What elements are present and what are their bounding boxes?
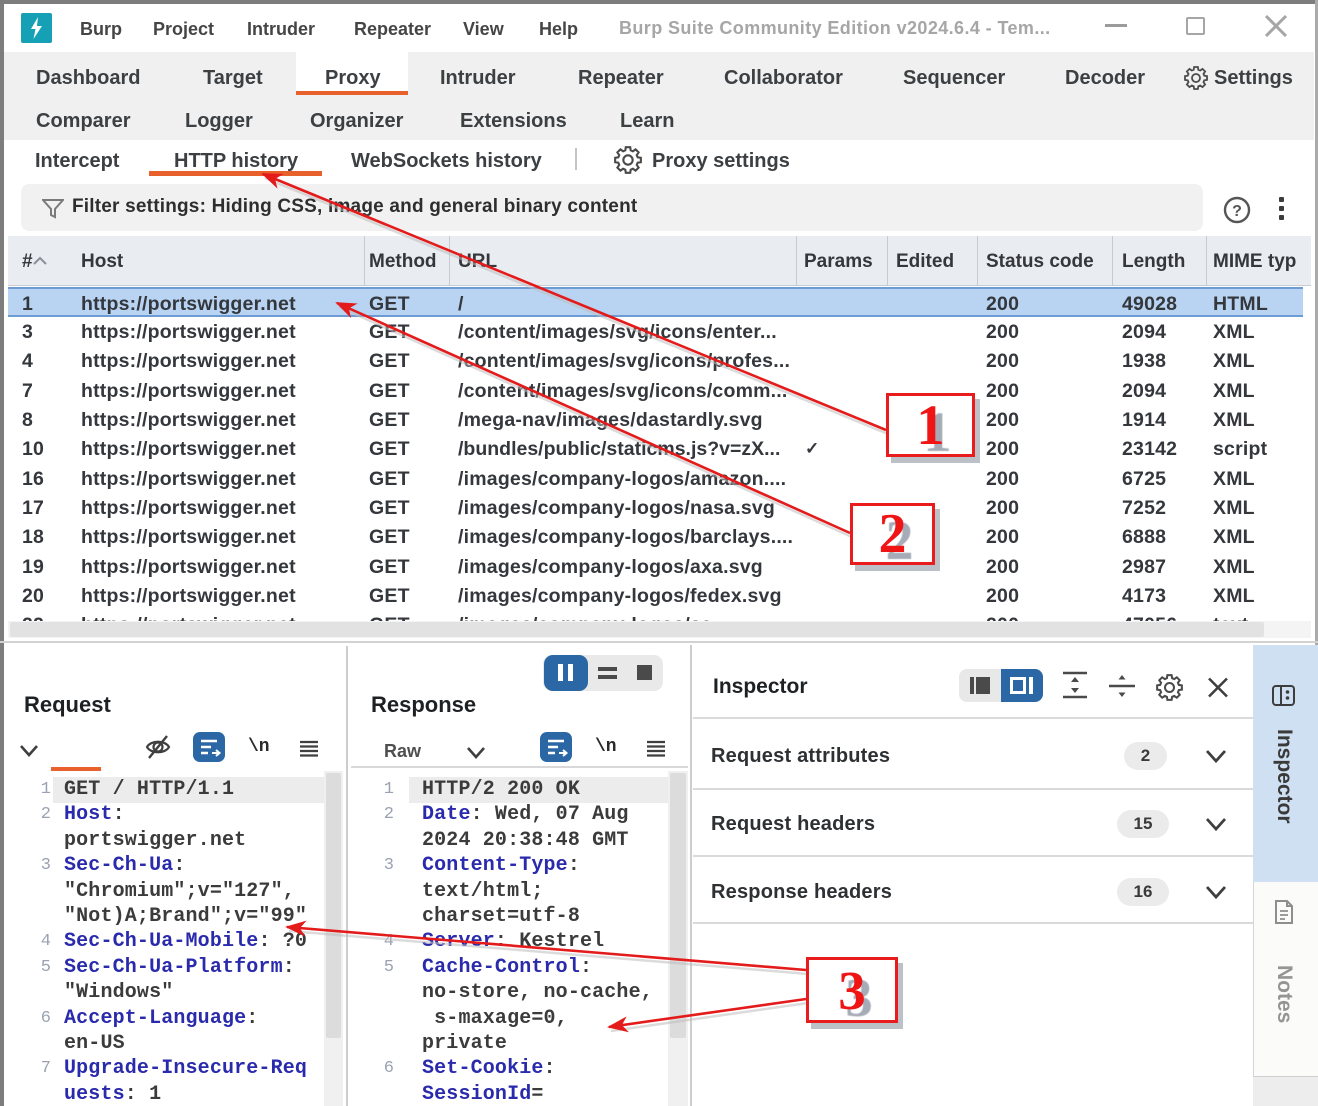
- svg-text:?: ?: [1232, 203, 1242, 220]
